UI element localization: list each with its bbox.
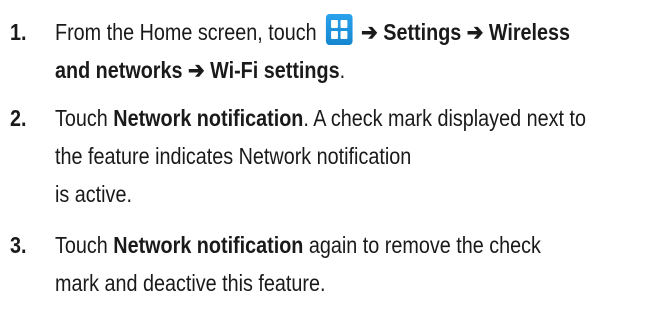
step-number: 3.	[10, 232, 27, 258]
step-line: From the Home screen, touch ➔ Settings ➔…	[55, 13, 623, 51]
menu-path-wireless: Wireless	[488, 19, 571, 45]
instruction-steps: 1. From the Home screen, touch ➔ Setting…	[0, 0, 668, 316]
step-line: the feature indicates Network notificati…	[55, 143, 412, 169]
step-text-run: . A check mark displayed next to	[303, 105, 586, 131]
step-number: 1.	[10, 19, 27, 45]
menu-path-wifi-settings: Wi-Fi settings	[210, 57, 340, 83]
arrow-icon: ➔	[188, 57, 205, 83]
network-notification-label: Network notification	[113, 232, 304, 258]
menu-path-networks: and networks	[55, 57, 183, 83]
step-text: Touch Network notification. A check mark…	[55, 99, 623, 213]
step-number: 2.	[10, 105, 27, 131]
applications-grid-icon	[325, 14, 353, 45]
step-text-run: From the Home screen, touch	[55, 19, 317, 45]
step-text: From the Home screen, touch ➔ Settings ➔…	[55, 13, 623, 89]
step-line: Touch Network notification. A check mark…	[55, 99, 623, 137]
arrow-icon: ➔	[361, 19, 378, 45]
step-line: and networks ➔ Wi-Fi settings.	[55, 51, 623, 89]
step-line: mark and deactive this feature.	[55, 270, 326, 296]
step-text-run: again to remove the check	[308, 232, 541, 258]
network-notification-label: Network notification	[113, 105, 304, 131]
menu-path-settings: Settings	[383, 19, 462, 45]
step-text-run: .	[339, 57, 346, 83]
step-text: Touch Network notification again to remo…	[55, 226, 623, 302]
step-line: is active.	[55, 181, 132, 207]
step-text-run: Touch	[55, 105, 108, 131]
arrow-icon: ➔	[466, 19, 484, 45]
step-line: Touch Network notification again to remo…	[55, 226, 623, 264]
step-text-run: Touch	[55, 232, 108, 258]
